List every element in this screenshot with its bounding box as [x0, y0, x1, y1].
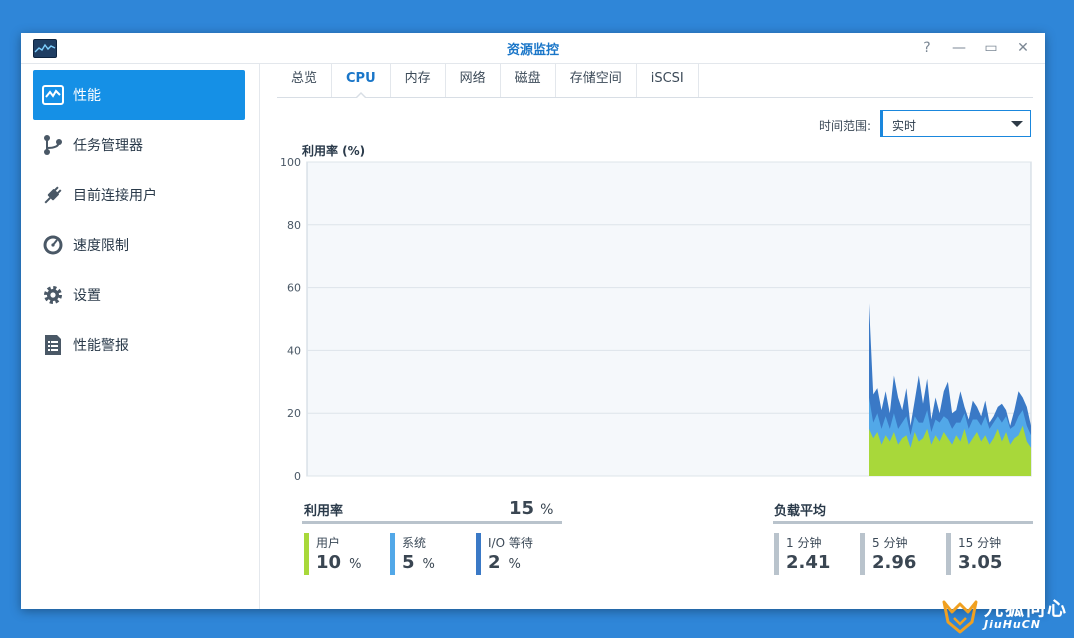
- load-15min-value: 3.05: [958, 552, 1003, 573]
- io-wait-label: I/O 等待: [488, 536, 533, 550]
- system-value: 5%: [402, 552, 435, 573]
- tab-disk[interactable]: 磁盘: [501, 64, 556, 97]
- y-tick-label: 0: [294, 470, 301, 483]
- y-tick-label: 100: [280, 156, 301, 169]
- sidebar: 性能 任务管理器 目前连接用户 速度限制 设置 性能警报: [21, 64, 260, 609]
- close-button[interactable]: ✕: [1013, 38, 1033, 58]
- cpu-utilization-chart: 100 80 60 40 20 0: [280, 156, 1032, 483]
- load-stripe: [860, 533, 865, 575]
- io-wait-value: 2%: [488, 552, 521, 573]
- title-bar: 资源监控 ? — ▭ ✕: [21, 33, 1045, 64]
- load-5min-label: 5 分钟: [872, 536, 908, 550]
- system-color-stripe: [390, 533, 395, 575]
- tab-cpu[interactable]: CPU: [332, 64, 391, 99]
- y-tick-label: 60: [287, 282, 301, 295]
- y-tick-label: 40: [287, 344, 301, 357]
- load-average-divider: [773, 521, 1033, 524]
- task-manager-icon: [42, 134, 64, 156]
- utilization-label: 利用率: [304, 504, 344, 519]
- utilization-value: 15%: [509, 498, 554, 519]
- time-range-label: 时间范围:: [819, 119, 872, 133]
- maximize-button[interactable]: ▭: [981, 38, 1001, 58]
- load-average-label: 负载平均: [774, 504, 827, 519]
- speedometer-icon: [42, 234, 64, 256]
- window-title: 资源监控: [506, 43, 559, 58]
- utilization-divider: [302, 521, 562, 524]
- tab-overview[interactable]: 总览: [277, 64, 333, 97]
- tab-network[interactable]: 网络: [446, 64, 501, 97]
- resource-monitor-window: 资源监控 ? — ▭ ✕ 性能 任务管理器 目前连接用户 速度限制 设置 性能警…: [21, 33, 1045, 609]
- tab-bar: 总览 CPU 内存 网络 磁盘 存储空间 iSCSI: [277, 64, 1033, 99]
- y-tick-label: 80: [287, 219, 301, 232]
- tab-volume[interactable]: 存储空间: [556, 64, 637, 97]
- tab-iscsi[interactable]: iSCSI: [637, 64, 699, 97]
- load-stripe: [946, 533, 951, 575]
- chevron-down-icon: [1011, 121, 1023, 127]
- load-1min-label: 1 分钟: [786, 536, 822, 550]
- system-label: 系统: [402, 536, 427, 550]
- sidebar-item-connected-users[interactable]: 目前连接用户: [33, 170, 245, 220]
- sidebar-item-performance[interactable]: 性能: [33, 70, 245, 120]
- time-range-select[interactable]: 实时: [880, 110, 1031, 137]
- help-button[interactable]: ?: [917, 38, 937, 58]
- performance-icon: [42, 84, 64, 106]
- load-1min-value: 2.41: [786, 552, 831, 573]
- user-value: 10%: [316, 552, 362, 573]
- sidebar-item-label: 性能警报: [73, 338, 129, 354]
- watermark-subtext: JiuHuCN: [984, 618, 1042, 631]
- sidebar-item-label: 性能: [73, 88, 101, 104]
- io-wait-color-stripe: [476, 533, 481, 575]
- time-range-value: 实时: [892, 119, 917, 133]
- load-stripe: [774, 533, 779, 575]
- user-label: 用户: [316, 536, 341, 550]
- sidebar-item-label: 任务管理器: [73, 138, 143, 154]
- watermark: 九狐问心 JiuHuCN: [940, 594, 1070, 634]
- load-15min-label: 15 分钟: [958, 536, 1002, 550]
- report-icon: [42, 334, 64, 356]
- y-tick-label: 20: [287, 407, 301, 420]
- user-color-stripe: [304, 533, 309, 575]
- sidebar-item-performance-alerts[interactable]: 性能警报: [33, 320, 245, 370]
- load-5min-value: 2.96: [872, 552, 917, 573]
- minimize-button[interactable]: —: [949, 38, 969, 58]
- sidebar-item-label: 速度限制: [73, 238, 129, 254]
- sidebar-item-speed-limit[interactable]: 速度限制: [33, 220, 245, 270]
- fox-logo-icon: [942, 600, 978, 634]
- sidebar-item-label: 设置: [73, 288, 101, 304]
- sidebar-item-settings[interactable]: 设置: [33, 270, 245, 320]
- tab-memory[interactable]: 内存: [391, 64, 446, 97]
- plug-icon: [42, 184, 64, 206]
- sidebar-item-task-manager[interactable]: 任务管理器: [33, 120, 245, 170]
- gear-icon: [42, 284, 64, 306]
- watermark-text: 九狐问心: [984, 598, 1069, 620]
- sidebar-item-label: 目前连接用户: [73, 188, 157, 204]
